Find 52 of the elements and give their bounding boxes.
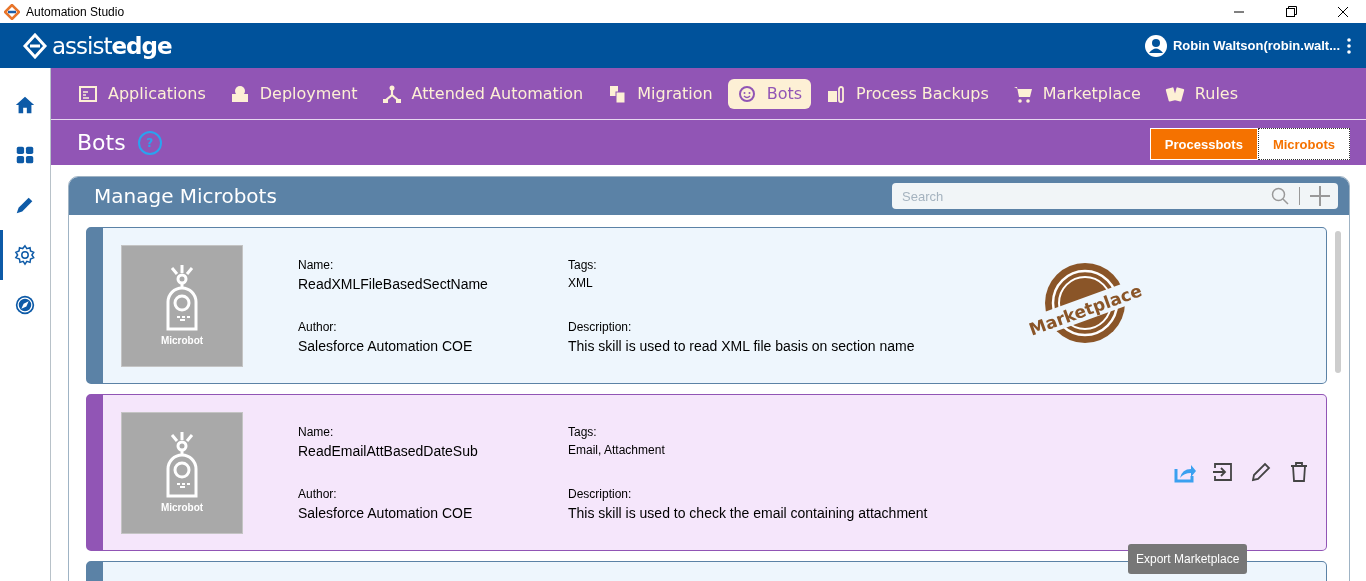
field-label: Author: [298, 319, 338, 334]
search-field[interactable]: Search [900, 187, 1261, 205]
panel-title: Manage Microbots [94, 184, 277, 208]
add-icon[interactable] [1310, 186, 1330, 206]
field-label: Tags: [568, 257, 598, 272]
compass-icon[interactable] [14, 294, 36, 316]
nav-tab[interactable]: Bots [727, 78, 812, 109]
user-name[interactable]: Robin Waltson(robin.walt... [1172, 38, 1340, 53]
field-value: XML [568, 275, 594, 290]
app-logo-icon [4, 3, 20, 20]
microbot-card[interactable]: Microbot Name: ReadEmailAttBasedDateSub Tags: Email, Attachment Author: Salesforce Automation COE Description: This skill is used to check the email containing attachment [86, 394, 1327, 551]
image-caption: Microbot [160, 335, 204, 346]
home-icon[interactable] [14, 94, 36, 116]
more-icon[interactable] [1346, 37, 1352, 54]
nav-tab[interactable]: Migration [598, 78, 722, 109]
page-title: Bots [77, 130, 126, 155]
search-bar[interactable]: Search [892, 183, 1338, 209]
user-avatar-icon[interactable] [1144, 34, 1167, 57]
field-label: Name: [298, 424, 335, 439]
window-title: Automation Studio [26, 4, 125, 19]
nav-tab[interactable]: Rules [1155, 78, 1248, 109]
field-value: ReadXMLFileBasedSectName [298, 275, 489, 292]
logo-icon [22, 32, 48, 59]
nav-tab[interactable]: Applications [69, 78, 215, 109]
field-value: Email, Attachment [568, 442, 666, 457]
image-caption: Microbot [160, 502, 204, 513]
nav-tab[interactable]: Deployment [220, 78, 367, 109]
toggle-button[interactable]: Processbots [1149, 128, 1258, 160]
tooltip: Export Marketplace [1128, 544, 1248, 574]
field-value: ReadEmailAttBasedDateSub [298, 442, 479, 459]
field-label: Description: [568, 319, 633, 334]
nav-tab[interactable]: Marketplace [1003, 78, 1150, 109]
field-value: Salesforce Automation COE [298, 337, 474, 354]
edit-icon[interactable] [1250, 461, 1272, 483]
delete-icon[interactable] [1288, 461, 1310, 483]
field-label: Description: [568, 486, 633, 501]
field-label: Tags: [568, 424, 598, 439]
nav-tab[interactable]: Process Backups [817, 78, 998, 109]
field-value: This skill is used to check the email containing attachment [568, 504, 929, 521]
field-value: This skill is used to read XML file basis on section name [568, 337, 916, 354]
search-icon[interactable] [1271, 187, 1289, 205]
logo-text: assistedge [52, 32, 172, 59]
field-label: Name: [298, 257, 335, 272]
toggle-button[interactable]: Microbots [1257, 128, 1350, 160]
close-icon[interactable] [1338, 6, 1348, 17]
field-value: Salesforce Automation COE [298, 504, 474, 521]
grid-icon[interactable] [14, 144, 36, 166]
nav-tab[interactable]: Attended Automation [372, 78, 593, 109]
import-icon[interactable] [1212, 461, 1234, 483]
settings-icon[interactable] [14, 244, 36, 266]
field-label: Author: [298, 486, 338, 501]
restore-icon[interactable] [1285, 6, 1297, 17]
